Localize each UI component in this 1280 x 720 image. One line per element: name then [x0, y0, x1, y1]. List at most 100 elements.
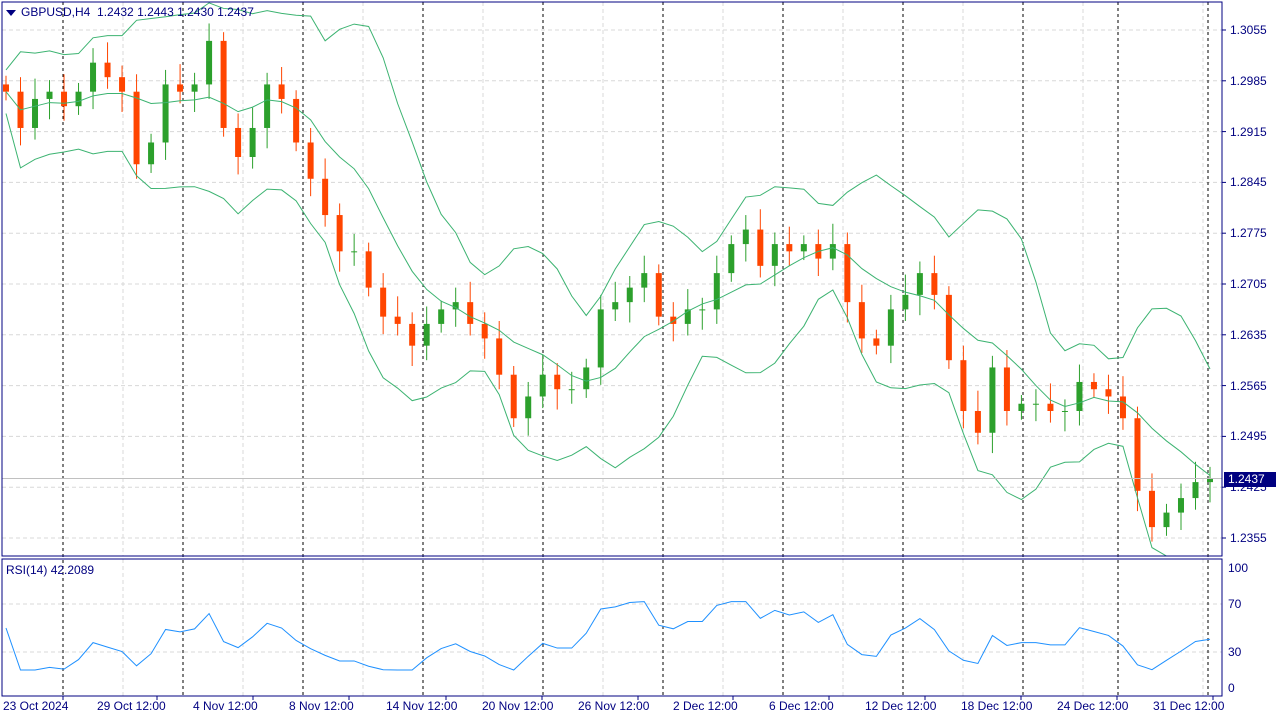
symbol-label: GBPUSD,H4: [21, 5, 91, 19]
open-value: 1.2432: [97, 5, 134, 19]
bear-candle: [365, 251, 372, 288]
price-tick-label: 1.2635: [1230, 327, 1267, 342]
bear-candle: [409, 323, 416, 346]
bull-candle: [191, 84, 198, 92]
bear-candle: [3, 84, 9, 92]
price-tick-label: 1.2565: [1230, 378, 1267, 393]
bear-candle: [960, 360, 967, 411]
time-label: 26 Nov 12:00: [578, 699, 650, 713]
price-tick-label: 1.2775: [1230, 226, 1267, 241]
time-label: 14 Nov 12:00: [386, 699, 458, 713]
bull-candle: [583, 367, 590, 390]
price-tick-label: 1.2915: [1230, 124, 1267, 139]
bull-candle: [249, 127, 256, 157]
dropdown-triangle-icon[interactable]: [6, 9, 16, 16]
price-tick-label: 1.2705: [1230, 276, 1267, 291]
time-label: 24 Dec 12:00: [1057, 699, 1129, 713]
bear-candle: [655, 273, 662, 317]
bear-candle: [757, 229, 764, 266]
bull-candle: [148, 142, 155, 165]
bear-candle: [554, 374, 561, 390]
rsi-pane-frame: [1, 558, 1223, 697]
price-chart[interactable]: [0, 0, 1280, 720]
price-tick-label: 1.2845: [1230, 175, 1267, 190]
bear-candle: [786, 244, 793, 252]
bull-candle: [612, 302, 619, 310]
bear-candle: [133, 91, 140, 165]
bull-candle: [728, 244, 735, 274]
bollinger-upper: [5, 2, 1211, 370]
bear-candle: [394, 316, 401, 324]
high-value: 1.2443: [137, 5, 174, 19]
bear-candle: [1119, 396, 1126, 419]
bull-candle: [1163, 512, 1170, 528]
bull-candle: [1061, 410, 1068, 412]
bull-candle: [525, 396, 532, 419]
bull-candle: [206, 40, 213, 85]
rsi-tick-label: 30: [1228, 645, 1242, 659]
bull-candle: [829, 244, 836, 259]
price-tick-label: 1.2355: [1230, 530, 1267, 545]
bull-candle: [32, 98, 39, 128]
bull-candle: [626, 287, 633, 303]
current-price-tag: 1.2437: [1224, 472, 1276, 487]
bull-candle: [989, 367, 996, 433]
bull-candle: [568, 389, 575, 391]
bear-candle: [61, 91, 68, 107]
rsi-value: 42.2089: [50, 563, 95, 577]
bull-candle: [800, 244, 807, 252]
bull-candle: [75, 91, 82, 107]
bull-candle: [742, 229, 749, 245]
bull-candle: [699, 309, 706, 311]
time-label: 4 Nov 12:00: [193, 699, 258, 713]
bear-candle: [235, 127, 242, 157]
bear-candle: [1148, 490, 1155, 528]
time-label: 12 Dec 12:00: [865, 699, 937, 713]
time-label: 18 Dec 12:00: [961, 699, 1033, 713]
low-value: 1.2430: [177, 5, 214, 19]
bear-candle: [322, 178, 329, 216]
bear-candle: [307, 142, 314, 179]
bear-candle: [1090, 381, 1097, 390]
time-label: 6 Dec 12:00: [769, 699, 834, 713]
bull-candle: [438, 309, 445, 324]
bear-candle: [1134, 418, 1141, 491]
bear-candle: [278, 84, 285, 99]
bull-candle: [1076, 381, 1083, 411]
rsi-tick-label: 0: [1228, 681, 1235, 695]
bull-candle: [162, 84, 169, 143]
time-label: 2 Dec 12:00: [673, 699, 738, 713]
bear-candle: [496, 338, 503, 375]
bear-candle: [467, 302, 474, 324]
chart-header: GBPUSD,H4 1.2432 1.2443 1.2430 1.2437: [6, 5, 254, 19]
bull-candle: [46, 91, 53, 99]
bear-candle: [336, 215, 343, 252]
bull-candle: [1018, 403, 1025, 411]
bull-candle: [641, 273, 648, 288]
close-value: 1.2437: [217, 5, 254, 19]
bull-candle: [916, 273, 923, 295]
bear-candle: [1003, 367, 1010, 411]
time-label: 20 Nov 12:00: [482, 699, 554, 713]
bear-candle: [873, 338, 880, 346]
bear-candle: [481, 323, 488, 339]
bear-candle: [945, 294, 952, 361]
bull-candle: [264, 84, 271, 128]
bear-candle: [974, 410, 981, 433]
bull-candle: [1207, 478, 1213, 483]
rsi-header: RSI(14) 42.2089: [6, 563, 94, 577]
bull-candle: [90, 62, 97, 92]
bull-candle: [1177, 498, 1184, 513]
main-pane-frame: [1, 1, 1223, 557]
bear-candle: [104, 62, 111, 78]
price-tick-label: 1.2985: [1230, 73, 1267, 88]
time-label: 31 Dec 12:00: [1153, 699, 1225, 713]
bear-candle: [844, 244, 851, 303]
bear-candle: [119, 77, 126, 92]
bull-candle: [351, 251, 358, 253]
bear-candle: [220, 40, 227, 128]
bull-candle: [539, 374, 546, 397]
time-label: 8 Nov 12:00: [289, 699, 354, 713]
bull-candle: [887, 309, 894, 346]
bull-candle: [597, 309, 604, 368]
